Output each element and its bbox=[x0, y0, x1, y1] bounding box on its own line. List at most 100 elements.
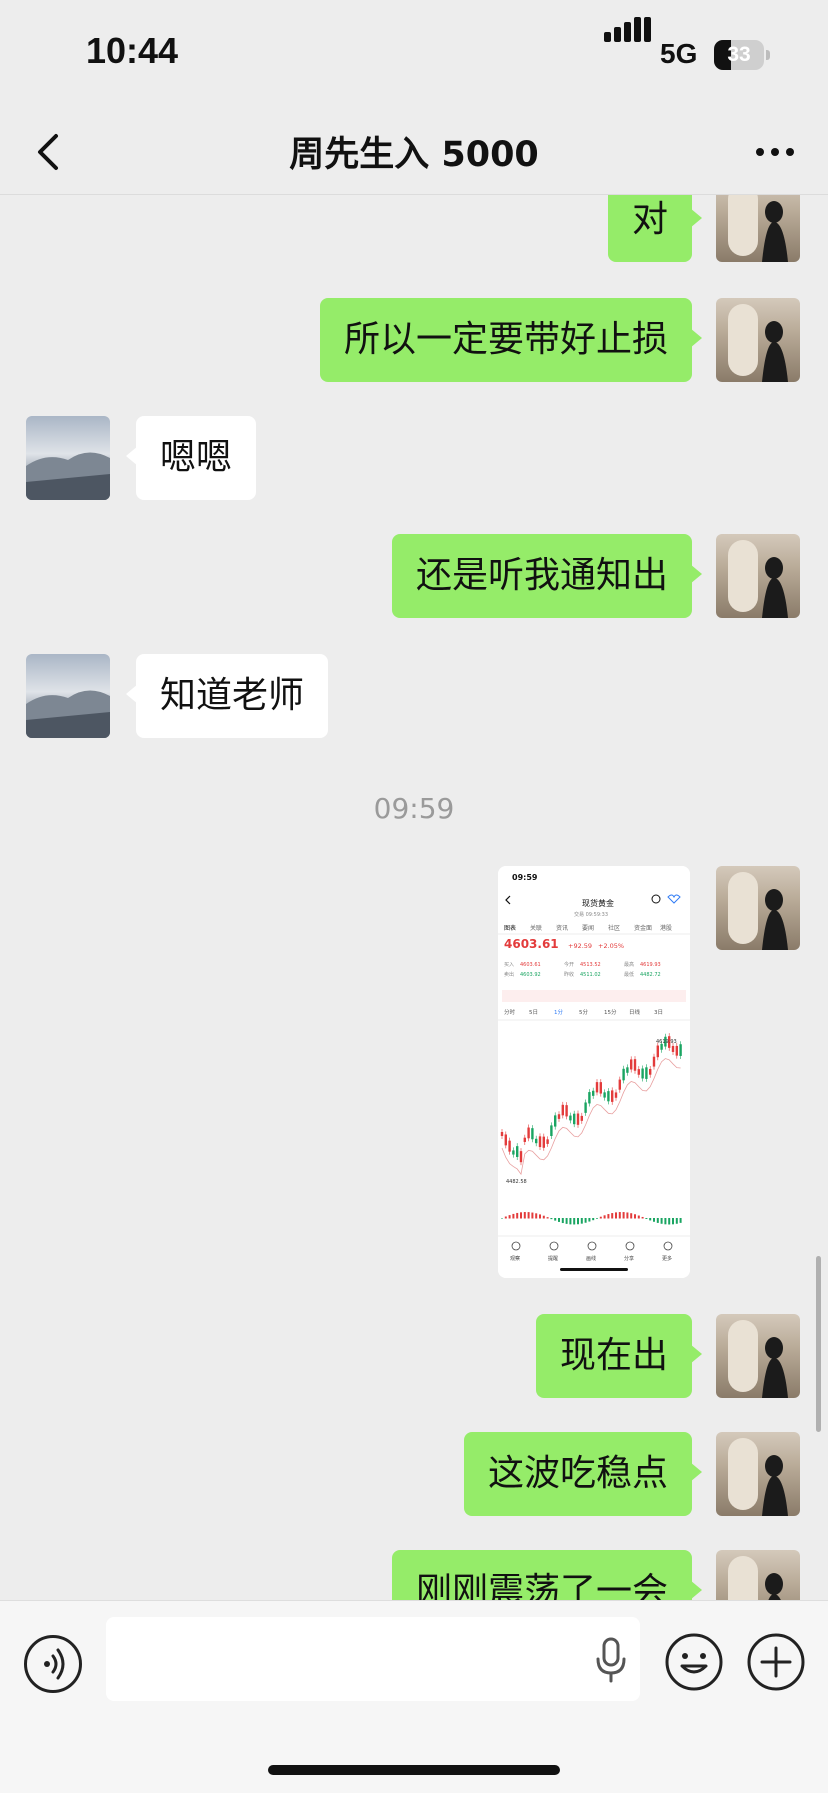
chat-scrollbar[interactable] bbox=[816, 1256, 821, 1432]
message-bubble[interactable]: 对 bbox=[608, 194, 702, 262]
sender-avatar[interactable] bbox=[716, 1314, 800, 1398]
shot-macd-bar bbox=[592, 1218, 595, 1221]
shot-macd-bar bbox=[641, 1216, 644, 1219]
avatar-image-icon bbox=[728, 1556, 783, 1600]
shot-macd-bar bbox=[535, 1213, 538, 1219]
emoji-button[interactable] bbox=[664, 1632, 724, 1692]
shot-macd-bar bbox=[531, 1212, 534, 1219]
message-timestamp: 09:59 bbox=[373, 792, 455, 825]
microphone-icon[interactable] bbox=[594, 1637, 628, 1683]
sender-avatar[interactable] bbox=[716, 298, 800, 382]
message-bubble[interactable]: 所以一定要带好止损 bbox=[319, 298, 703, 382]
image-message[interactable]: 09:59 现货黄金 交易 09:59:33 图表 关联 资讯 要闻 社区 资金面 港股 4… bbox=[498, 866, 690, 1278]
message-bubble[interactable]: 还是听我通知出 bbox=[391, 534, 703, 618]
shot-candle bbox=[538, 1136, 542, 1148]
message-row: 对 bbox=[0, 194, 828, 262]
shot-candle bbox=[656, 1045, 659, 1058]
shot-high-label: 4619.93 bbox=[656, 1039, 677, 1045]
shot-macd-bar bbox=[637, 1215, 640, 1219]
shot-candle bbox=[557, 1114, 561, 1119]
contact-avatar[interactable] bbox=[26, 654, 110, 738]
shot-change-percent: +2.05% bbox=[598, 942, 624, 950]
avatar-image-icon bbox=[728, 194, 788, 262]
shot-quote-label: 最低 bbox=[624, 971, 634, 978]
message-bubble[interactable]: 嗯嗯 bbox=[125, 416, 257, 500]
sender-avatar[interactable] bbox=[716, 534, 800, 618]
shot-macd-bar bbox=[539, 1214, 541, 1219]
message-row: 这波吃稳点 bbox=[0, 1432, 828, 1516]
shot-macd-bar bbox=[565, 1218, 568, 1224]
shot-macd-bar bbox=[508, 1215, 511, 1219]
shot-candle bbox=[546, 1139, 549, 1144]
shot-macd-bar bbox=[527, 1212, 530, 1219]
shot-quote-value: 4603.61 bbox=[520, 962, 541, 968]
avatar-image-icon bbox=[728, 304, 788, 382]
more-functions-button[interactable] bbox=[746, 1632, 806, 1692]
shot-macd-bar bbox=[580, 1218, 583, 1224]
shot-toolbar-label: 观察 bbox=[510, 1255, 520, 1262]
shot-tab-bar: 图表 关联 资讯 要闻 社区 资金面 港股 bbox=[504, 924, 672, 932]
sender-avatar[interactable] bbox=[716, 194, 800, 262]
shot-macd-bar bbox=[660, 1218, 663, 1224]
shot-quote-label: 买入 bbox=[504, 961, 514, 968]
shot-macd-bar bbox=[653, 1218, 655, 1222]
shot-candle bbox=[573, 1113, 576, 1125]
status-time: 10:44 bbox=[86, 30, 179, 71]
shot-candle bbox=[633, 1059, 637, 1071]
sender-avatar[interactable] bbox=[716, 866, 800, 950]
shot-candle bbox=[527, 1127, 530, 1139]
shot-tab: 资讯 bbox=[556, 924, 568, 932]
shot-candle bbox=[565, 1105, 568, 1117]
shot-candle bbox=[580, 1115, 583, 1121]
shot-candle bbox=[561, 1104, 564, 1116]
shot-candle bbox=[535, 1138, 538, 1144]
shot-macd-bar bbox=[546, 1217, 549, 1219]
shot-macd-bar bbox=[569, 1218, 572, 1225]
avatar-image-icon bbox=[728, 540, 788, 618]
sender-avatar[interactable] bbox=[716, 1550, 800, 1600]
shot-toolbar-label: 画线 bbox=[586, 1255, 596, 1262]
battery-level: 33 bbox=[727, 43, 751, 66]
shot-macd-bar bbox=[520, 1212, 522, 1219]
shot-candle bbox=[652, 1056, 656, 1067]
shot-macd-bar bbox=[523, 1212, 526, 1219]
shot-quote-label: 今开 bbox=[564, 961, 574, 968]
shot-macd-bar bbox=[504, 1216, 507, 1219]
shot-tab: 社区 bbox=[608, 924, 620, 932]
shot-macd-bar bbox=[649, 1218, 652, 1221]
message-row: 还是听我通知出 bbox=[0, 534, 828, 618]
sender-avatar[interactable] bbox=[716, 1432, 800, 1516]
more-options-button[interactable] bbox=[752, 134, 798, 170]
shot-macd-bar bbox=[542, 1215, 545, 1219]
avatar-image-icon bbox=[728, 1438, 788, 1516]
home-indicator bbox=[268, 1765, 560, 1775]
shot-candle bbox=[649, 1068, 652, 1075]
shot-candle bbox=[671, 1045, 675, 1052]
shot-tab: 港股 bbox=[660, 924, 672, 932]
shot-quote-value: 4513.52 bbox=[580, 962, 601, 968]
contact-avatar[interactable] bbox=[26, 416, 110, 500]
trading-app-screenshot: 09:59 现货黄金 交易 09:59:33 图表 关联 资讯 要闻 社区 资金面 港股 4… bbox=[498, 866, 690, 1278]
message-bubble[interactable]: 现在出 bbox=[535, 1314, 703, 1398]
shot-macd-bar bbox=[679, 1218, 682, 1223]
message-bubble[interactable]: 刚刚震荡了一会 bbox=[391, 1550, 703, 1600]
shot-candle bbox=[675, 1045, 678, 1056]
voice-wave-icon bbox=[44, 1648, 65, 1680]
message-row: 刚刚震荡了一会 bbox=[0, 1550, 828, 1600]
shot-macd-bar bbox=[668, 1218, 671, 1225]
shot-macd-bar bbox=[577, 1218, 579, 1225]
voice-mode-button[interactable] bbox=[24, 1635, 82, 1693]
message-row: 知道老师 bbox=[0, 654, 828, 738]
shot-candle bbox=[611, 1090, 614, 1102]
message-input[interactable] bbox=[106, 1617, 640, 1701]
chat-message-list[interactable]: 对 所以一定要带好止损 嗯嗯 还是听我通知出 知道老师 09:59 09:59 … bbox=[0, 194, 828, 1600]
shot-quote-label: 卖出 bbox=[504, 971, 514, 978]
shot-macd-bar bbox=[573, 1218, 576, 1225]
battery-tip bbox=[766, 50, 770, 60]
message-bubble[interactable]: 这波吃稳点 bbox=[463, 1432, 703, 1516]
shot-quote-label: 昨收 bbox=[564, 971, 574, 978]
shot-macd-bar bbox=[675, 1218, 678, 1224]
avatar-image-icon bbox=[26, 690, 110, 738]
message-bubble[interactable]: 知道老师 bbox=[125, 654, 329, 738]
message-row: 现在出 bbox=[0, 1314, 828, 1398]
